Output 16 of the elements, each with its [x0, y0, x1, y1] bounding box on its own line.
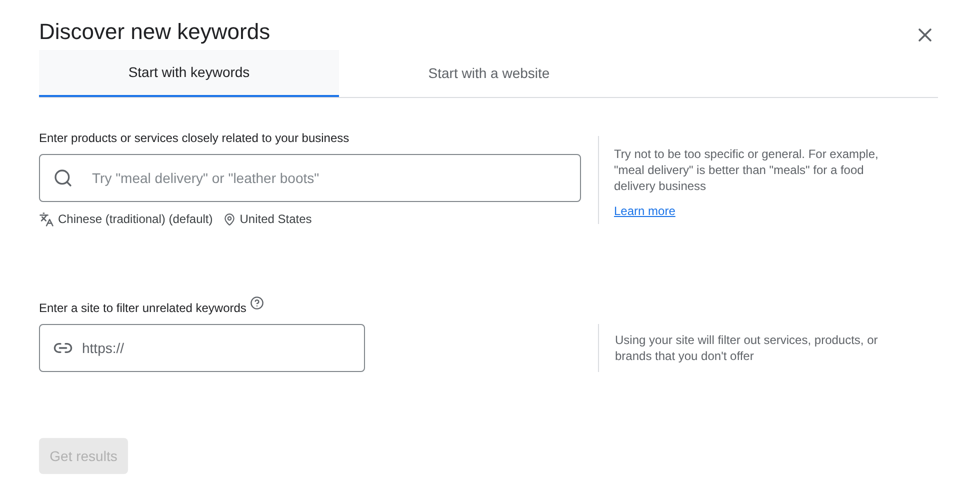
help-text: Try not to be too specific or general. For example, "meal delivery" is better than "meals" for a food delivery business: [614, 146, 880, 194]
help-text: Using your site will filter out services, products, or brands that you don't offer: [615, 332, 879, 364]
tab[interactable]: Start with keywords: [39, 50, 339, 97]
help-icon[interactable]: [250, 296, 264, 310]
field-label: Enter a site to filter unrelated keywords: [39, 300, 246, 316]
dialog-title: Discover new keywords: [39, 18, 270, 46]
keywords-field[interactable]: Try "meal delivery" or "leather boots": [39, 154, 581, 202]
search-icon: [53, 168, 73, 188]
location-pin-icon: [222, 212, 236, 226]
tab[interactable]: Start with a website: [339, 50, 639, 97]
language-setting[interactable]: Chinese (traditional) (default): [58, 210, 213, 228]
learn-more-link[interactable]: Learn more: [614, 202, 898, 220]
site-url-field[interactable]: https://: [39, 324, 365, 372]
location-setting[interactable]: United States: [240, 210, 312, 228]
translate-icon: [39, 212, 54, 226]
field-label: Enter products or services closely related to your business: [39, 130, 350, 146]
